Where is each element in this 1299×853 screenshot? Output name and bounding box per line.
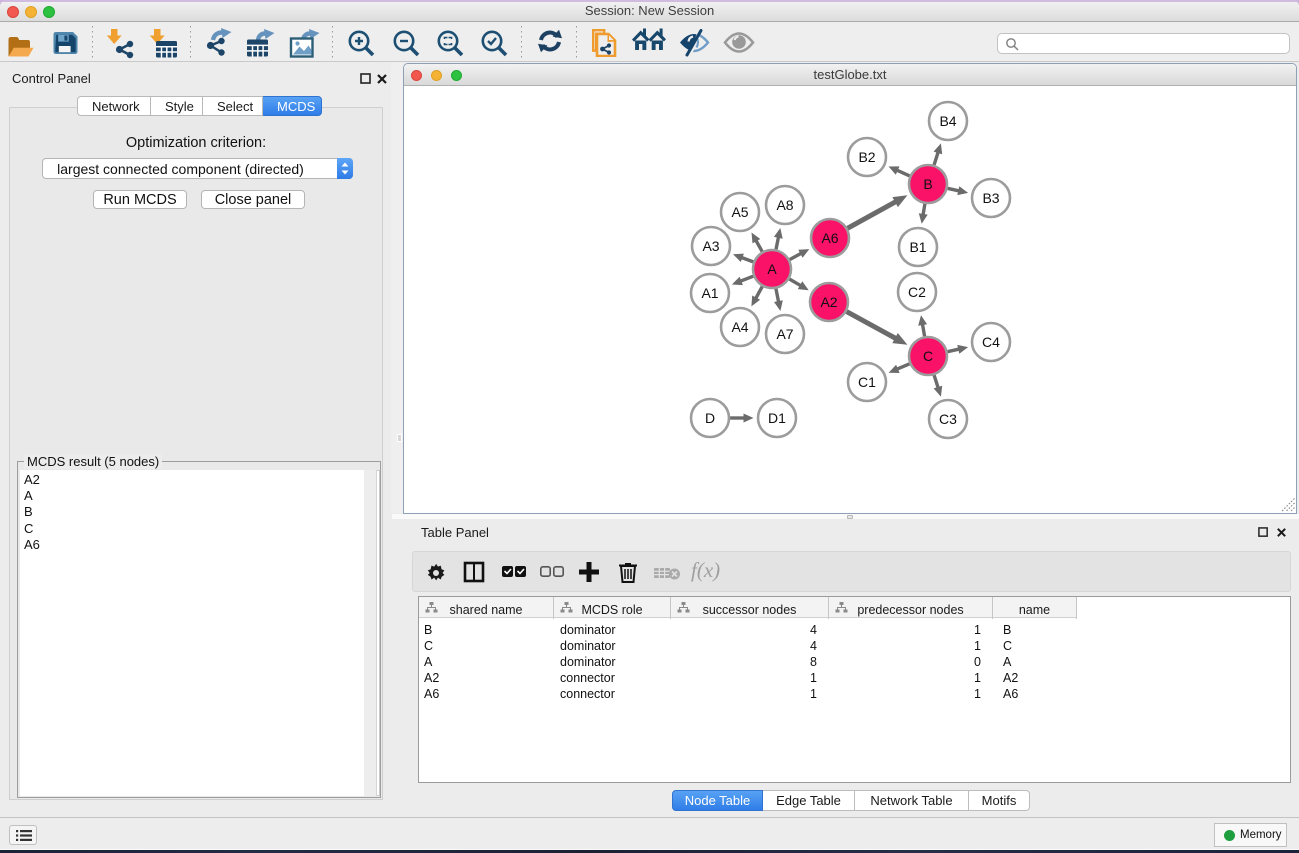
svg-text:B: B: [923, 176, 932, 192]
svg-text:D1: D1: [768, 410, 786, 426]
svg-text:B4: B4: [939, 113, 956, 129]
svg-text:A7: A7: [776, 326, 793, 342]
svg-text:A2: A2: [820, 294, 837, 310]
svg-text:A: A: [767, 261, 777, 277]
svg-text:C: C: [923, 348, 933, 364]
svg-text:C2: C2: [908, 284, 926, 300]
svg-text:B3: B3: [982, 190, 999, 206]
svg-text:A6: A6: [821, 230, 838, 246]
svg-text:C3: C3: [939, 411, 957, 427]
svg-text:D: D: [705, 410, 715, 426]
svg-text:C4: C4: [982, 334, 1000, 350]
svg-text:A3: A3: [702, 238, 719, 254]
svg-text:A4: A4: [731, 319, 748, 335]
svg-text:A1: A1: [701, 285, 718, 301]
svg-text:A8: A8: [776, 197, 793, 213]
svg-text:B1: B1: [909, 239, 926, 255]
svg-text:A5: A5: [731, 204, 748, 220]
svg-text:B2: B2: [858, 149, 875, 165]
svg-text:C1: C1: [858, 374, 876, 390]
